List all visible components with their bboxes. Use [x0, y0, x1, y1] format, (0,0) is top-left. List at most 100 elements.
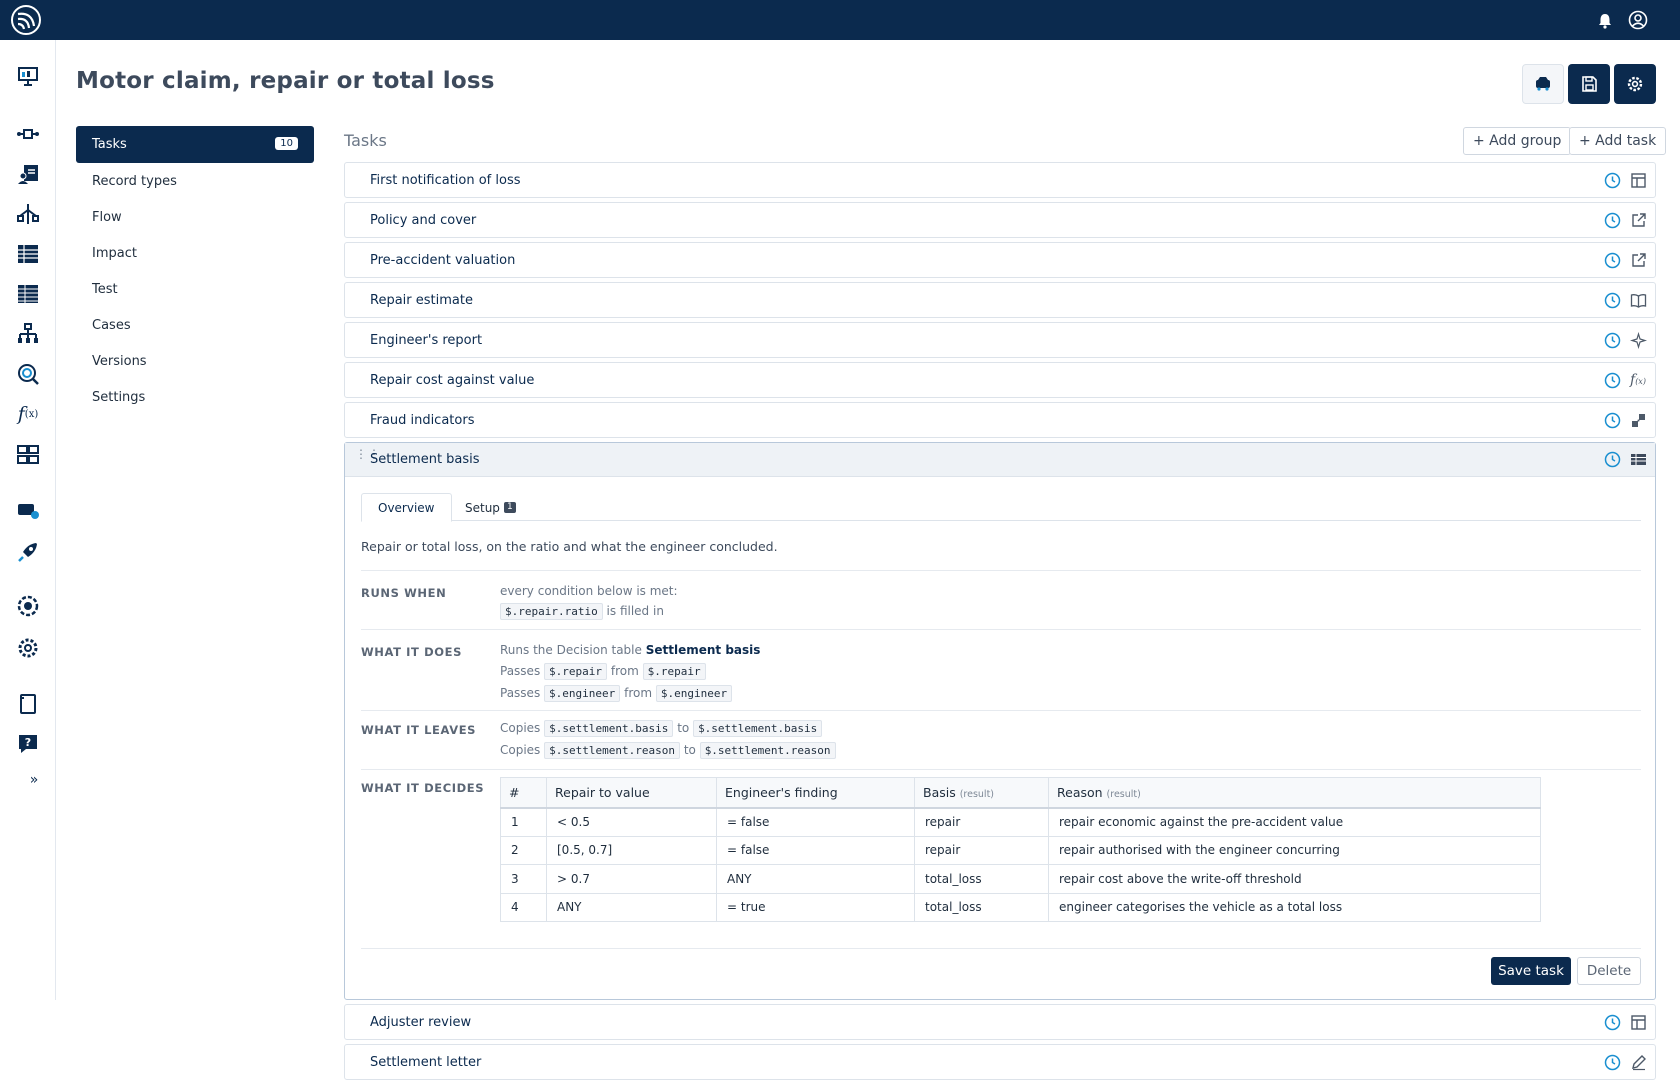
external-link-icon[interactable]	[1630, 212, 1647, 229]
column-header-label: Basis	[923, 784, 956, 800]
drag-handle-icon[interactable]: ⋮⋮	[355, 448, 380, 468]
workflow-icon[interactable]	[14, 120, 42, 148]
table-row[interactable]: 2 [0.5, 0.7] = false repair repair autho…	[500, 835, 1541, 865]
add-task-button[interactable]: + Add task	[1569, 127, 1667, 155]
table-cell: engineer categorises the vehicle as a to…	[1048, 892, 1541, 922]
user-card-icon[interactable]	[14, 160, 42, 188]
runs-when-condition: $.repair.ratio is filled in	[500, 603, 664, 620]
function-icon[interactable]: f(x)	[14, 400, 42, 428]
what-it-does-line: Runs the Decision table Settlement basis	[500, 643, 760, 657]
clock-icon[interactable]	[1604, 292, 1621, 309]
cog-cluster-icon[interactable]	[14, 634, 42, 662]
clock-icon[interactable]	[1604, 172, 1621, 189]
task-row[interactable]: Fraud indicators	[344, 402, 1656, 438]
task-row[interactable]: Pre-accident valuation	[344, 242, 1656, 278]
document-icon[interactable]	[14, 690, 42, 718]
subnav-item-versions[interactable]: Versions	[76, 343, 314, 379]
tab-setup[interactable]: Setup 1	[449, 493, 532, 522]
subnav-item-impact[interactable]: Impact	[76, 235, 314, 271]
add-group-button[interactable]: + Add group	[1463, 127, 1572, 155]
to-word: to	[683, 743, 696, 757]
task-row[interactable]: Adjuster review	[344, 1004, 1656, 1040]
grid-layout-icon[interactable]	[14, 440, 42, 468]
delete-task-button[interactable]: Delete	[1577, 957, 1641, 985]
subnav-item-cases[interactable]: Cases	[76, 307, 314, 343]
task-row[interactable]: Settlement letter	[344, 1044, 1656, 1080]
tab-overview[interactable]: Overview	[361, 493, 452, 522]
table-cell: > 0.7	[546, 864, 717, 894]
column-header: Reason (result)	[1048, 777, 1541, 809]
passes-line: Passes $.engineer from $.engineer	[500, 685, 733, 702]
task-row[interactable]: Engineer's report	[344, 322, 1656, 358]
save-button[interactable]	[1568, 64, 1610, 104]
expand-rail-icon[interactable]: »	[20, 766, 48, 794]
table-cell: repair	[914, 807, 1049, 837]
code-ref: $.engineer	[655, 685, 733, 702]
clock-icon[interactable]	[1604, 212, 1621, 229]
subnav-item-flow[interactable]: Flow	[76, 199, 314, 235]
top-bar	[0, 0, 1680, 40]
clock-icon[interactable]	[1604, 1054, 1621, 1071]
expanded-task-card: ⋮⋮ Settlement basis Overview Setup 1 Repa…	[344, 442, 1656, 1000]
sparkle-icon[interactable]	[1629, 331, 1648, 350]
bell-icon[interactable]	[1596, 12, 1614, 30]
search-analysis-icon[interactable]	[14, 360, 42, 388]
vehicle-icon	[1536, 77, 1550, 91]
task-label: First notification of loss	[370, 172, 521, 188]
subnav-item-record-types[interactable]: Record types	[76, 163, 314, 199]
external-link-icon[interactable]	[1630, 252, 1647, 269]
task-row[interactable]: Repair cost against value f(x)	[344, 362, 1656, 398]
globe-settings-icon[interactable]	[14, 592, 42, 620]
table-row[interactable]: 1 < 0.5 = false repair repair economic a…	[500, 807, 1541, 837]
clock-icon[interactable]	[1604, 372, 1621, 389]
branch-flow-icon[interactable]	[14, 200, 42, 228]
to-word: to	[677, 721, 690, 735]
from-word: from	[610, 664, 639, 678]
subnav-item-settings[interactable]: Settings	[76, 379, 314, 415]
form-icon[interactable]	[1630, 172, 1647, 189]
decision-table-link[interactable]: Settlement basis	[646, 643, 761, 657]
table-cell: = true	[716, 892, 915, 922]
subnav-item-test[interactable]: Test	[76, 271, 314, 307]
result-tag: (result)	[959, 788, 995, 800]
clock-icon[interactable]	[1604, 1014, 1621, 1031]
data-table-icon[interactable]	[14, 280, 42, 308]
task-row[interactable]: First notification of loss	[344, 162, 1656, 198]
help-icon[interactable]: ?	[14, 730, 42, 758]
vehicle-view-button[interactable]	[1522, 64, 1564, 104]
table-row[interactable]: 3 > 0.7 ANY total_loss repair cost above…	[500, 864, 1541, 894]
clock-icon[interactable]	[1604, 332, 1621, 349]
code-ref: $.repair	[544, 663, 608, 680]
vehicle-badge-icon[interactable]	[14, 496, 42, 524]
logo-icon[interactable]	[10, 4, 42, 36]
dashboard-icon[interactable]	[14, 62, 42, 90]
function-icon[interactable]: f(x)	[1630, 372, 1647, 389]
pencil-icon[interactable]	[1630, 1054, 1647, 1071]
table-row[interactable]: 4 ANY = true total_loss engineer categor…	[500, 892, 1541, 922]
table-cell: repair cost above the write-off threshol…	[1048, 864, 1541, 894]
hierarchy-icon[interactable]	[14, 320, 42, 348]
save-task-button[interactable]: Save task	[1491, 957, 1571, 985]
table-header-row: # Repair to value Engineer's finding Bas…	[500, 777, 1541, 809]
book-icon[interactable]	[1630, 292, 1647, 309]
user-account-icon[interactable]	[1628, 10, 1648, 30]
list-table-icon[interactable]	[14, 240, 42, 268]
decision-table-icon[interactable]	[1630, 451, 1647, 468]
task-row[interactable]: Repair estimate	[344, 282, 1656, 318]
task-label: Fraud indicators	[370, 412, 475, 428]
settings-button[interactable]	[1614, 64, 1656, 104]
rocket-icon[interactable]	[14, 538, 42, 566]
script-icon[interactable]	[1630, 412, 1647, 429]
subnav-item-tasks[interactable]: Tasks 10	[76, 126, 314, 163]
clock-icon[interactable]	[1604, 252, 1621, 269]
table-cell: 4	[500, 892, 547, 922]
table-cell: = false	[716, 835, 915, 865]
form-icon[interactable]	[1630, 1014, 1647, 1031]
what-it-decides-label: WHAT IT DECIDES	[361, 781, 485, 795]
clock-icon[interactable]	[1604, 451, 1621, 468]
save-icon	[1582, 76, 1597, 92]
copies-word: Copies	[500, 721, 541, 735]
clock-icon[interactable]	[1604, 412, 1621, 429]
expanded-task-header[interactable]: ⋮⋮ Settlement basis	[345, 443, 1655, 477]
task-row[interactable]: Policy and cover	[344, 202, 1656, 238]
